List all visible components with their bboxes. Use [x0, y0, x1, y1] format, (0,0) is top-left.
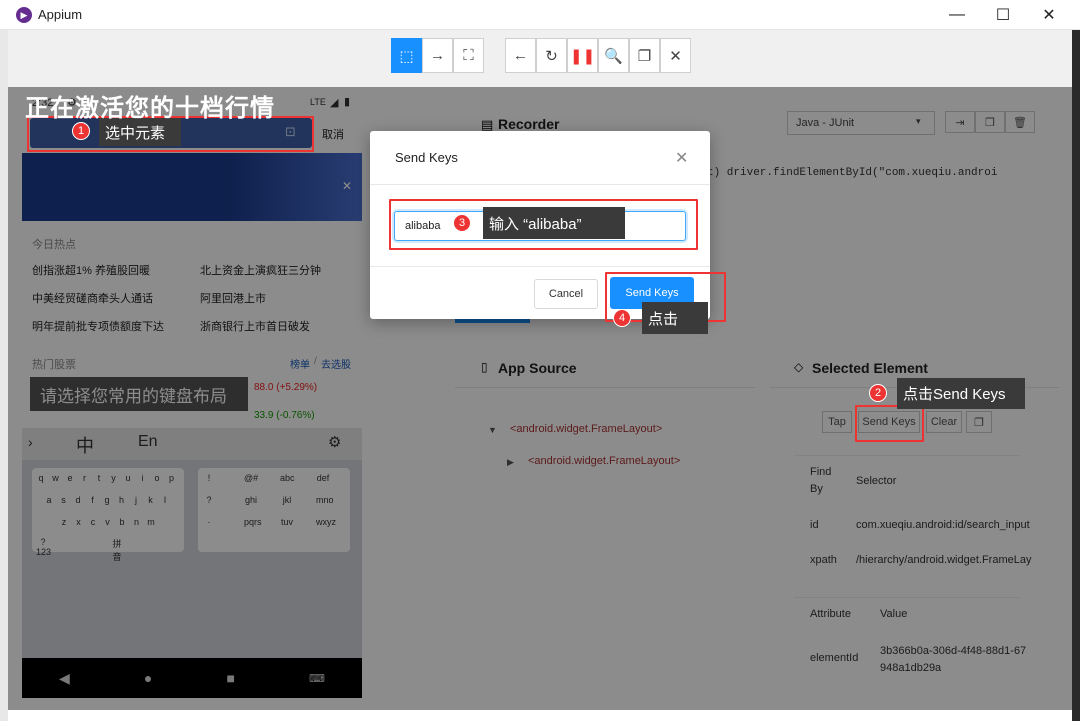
title-bar: [0, 0, 1080, 30]
quit-session-button[interactable]: ✕: [660, 38, 691, 73]
tap-coords-icon: ⛶: [463, 47, 474, 64]
search-button[interactable]: 🔍: [598, 38, 629, 73]
select-icon: ⬚: [399, 47, 414, 65]
divider: [370, 184, 710, 185]
annotation-badge-2: 2: [869, 384, 887, 402]
minimize-button[interactable]: —: [934, 0, 980, 30]
annotation-box-2: [855, 405, 924, 442]
window-title: Appium: [38, 7, 83, 22]
close-icon: ✕: [669, 47, 682, 65]
close-window-button[interactable]: ✕: [1026, 0, 1072, 30]
modal-close-icon[interactable]: ✕: [675, 148, 688, 168]
back-button[interactable]: ←: [505, 38, 536, 73]
annotation-badge-1: 1: [72, 122, 90, 140]
refresh-button[interactable]: ↻: [536, 38, 567, 73]
divider: [370, 266, 710, 267]
pause-button[interactable]: ❚❚: [567, 38, 598, 73]
banner-headline: 正在激活您的十档行情: [25, 95, 275, 122]
swipe-icon: →: [430, 47, 445, 64]
background-window-right: [1072, 30, 1080, 721]
select-elements-button[interactable]: ⬚: [391, 38, 422, 73]
pause-icon: ❚❚: [569, 47, 596, 65]
annotation-label-4: 点击: [642, 302, 708, 334]
appium-logo-icon: ▶: [16, 7, 32, 23]
annotation-badge-3: 3: [453, 214, 471, 232]
copy-xml-button[interactable]: ❐: [629, 38, 660, 73]
back-icon: ←: [513, 47, 528, 64]
background-window-left: [0, 30, 8, 721]
copy-icon: ❐: [637, 47, 652, 65]
search-icon: 🔍: [604, 47, 623, 65]
cancel-button[interactable]: Cancel: [534, 279, 598, 309]
swipe-button[interactable]: →: [422, 38, 453, 73]
annotation-label-3: 输入 “alibaba”: [483, 207, 625, 239]
annotation-badge-4: 4: [613, 309, 631, 327]
refresh-icon: ↻: [545, 47, 558, 65]
maximize-button[interactable]: ☐: [980, 0, 1026, 30]
tap-coordinates-button[interactable]: ⛶: [453, 38, 484, 73]
annotation-label-2: 点击Send Keys: [897, 378, 1025, 409]
modal-title: Send Keys: [395, 150, 458, 165]
